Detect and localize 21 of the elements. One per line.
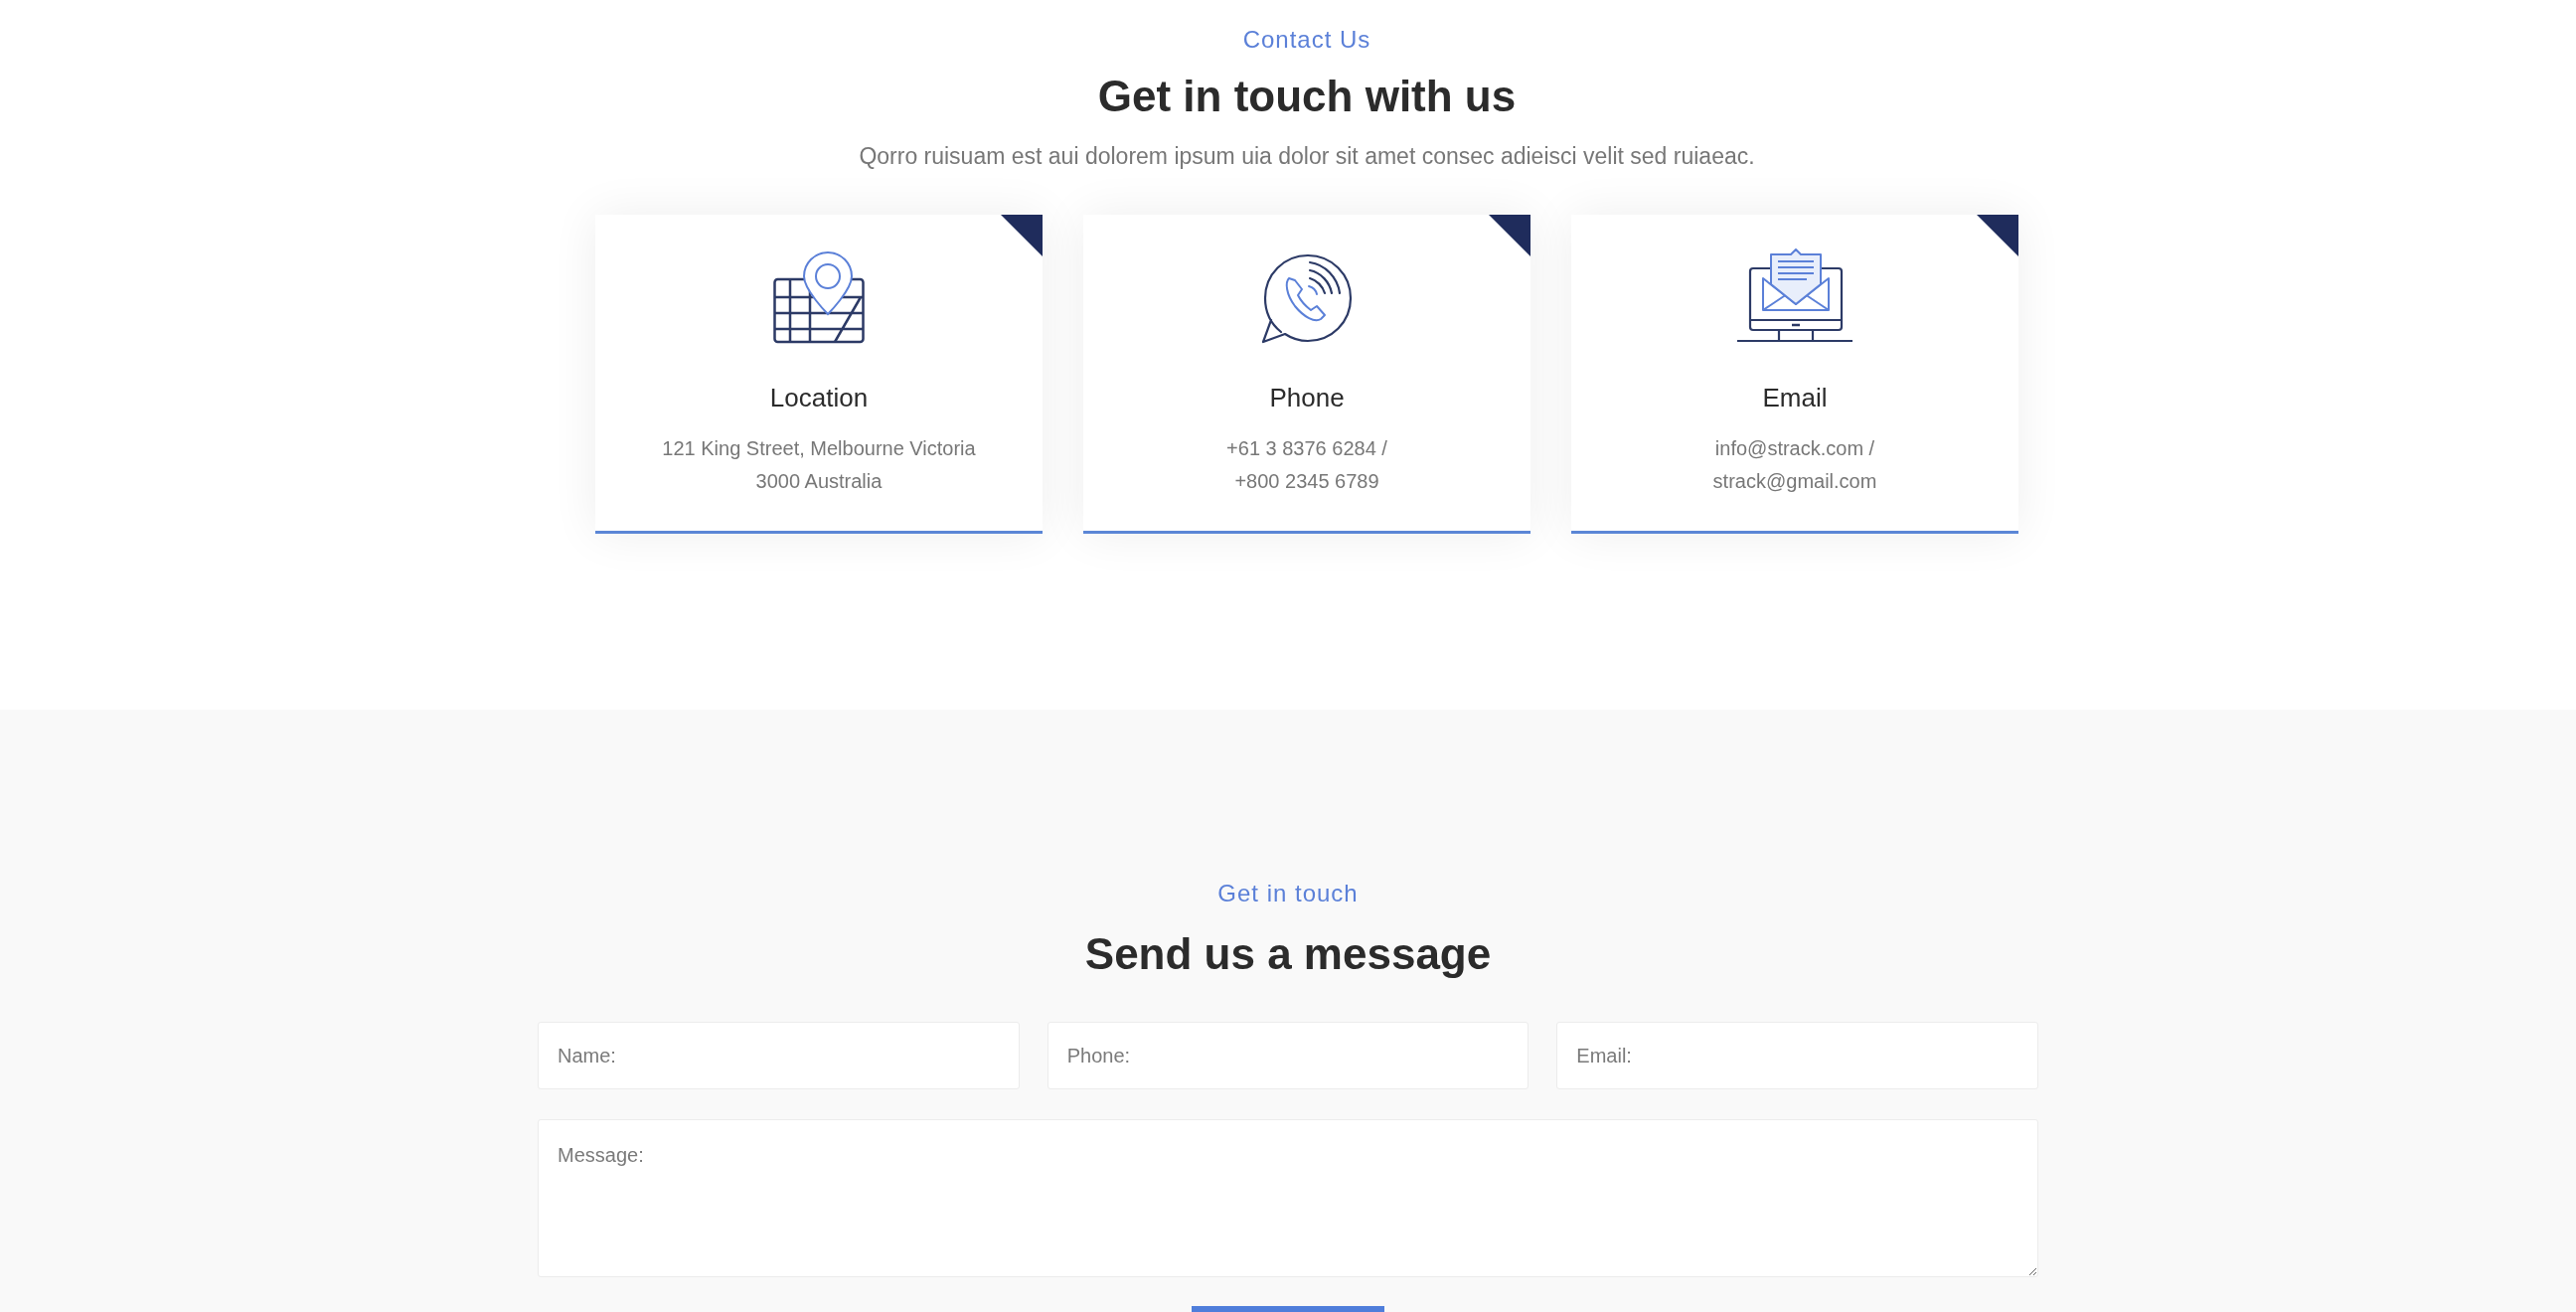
section-heading: Get in touch with us [1097,71,1517,122]
corner-triangle-icon [1001,215,1043,256]
input-field[interactable]: Phone: [1046,1022,1530,1089]
card-text: +61 3 8376 6284 / +800 2345 6789 [1226,436,1387,494]
input-field[interactable]: Name: [538,1022,1020,1089]
message-field[interactable]: Message: [538,1119,2038,1277]
monitor-envelope-icon [1735,248,1854,344]
section-eyebrow: Contact Us [1242,25,1371,55]
card-text: 121 King Street, Melbourne Victoria 3000 Australia [662,436,976,494]
card-title: Location [769,382,869,414]
card-title: Email [1762,382,1828,414]
section-heading: Send us a message [1084,928,1492,980]
card-text: info@strack.com / strack@gmail.com [1712,436,1877,494]
section-subtitle: Qorro ruisuam est aui dolorem ipsum uia dolor sit amet consec adieisci velit sed ruiaeac. [859,142,1755,171]
map-pin-icon [773,250,865,344]
section-eyebrow: Get in touch [1217,879,1359,908]
corner-triangle-icon [1489,215,1530,256]
corner-triangle-icon [1977,215,2018,256]
card-title: Phone [1269,382,1345,414]
input-field[interactable]: Email: [1556,1022,2038,1089]
submit-button[interactable] [1192,1306,1384,1312]
